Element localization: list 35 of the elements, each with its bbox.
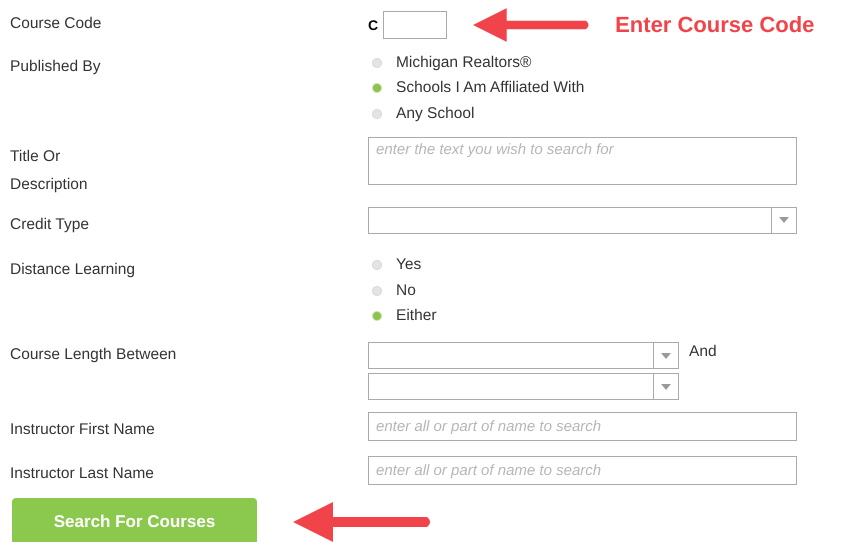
arrow-icon	[293, 502, 433, 542]
field-label: Distance Learning	[10, 260, 136, 280]
radio-button[interactable]	[372, 58, 382, 68]
input-field[interactable]: enter all or part of name to search	[368, 412, 797, 441]
input-field[interactable]	[383, 11, 448, 39]
field-label: Instructor First Name	[10, 420, 156, 440]
caret-icon	[779, 217, 789, 223]
radio-button[interactable]	[372, 108, 382, 119]
radio-button[interactable]	[372, 260, 382, 270]
option-label: Either	[396, 307, 436, 326]
option-label: Any School	[396, 104, 474, 123]
option-label: Yes	[396, 256, 422, 274]
prefix-label: C	[368, 17, 378, 33]
callout-text: Enter Course Code	[615, 12, 814, 38]
field-label: Published By	[10, 57, 102, 77]
radio-button[interactable]	[372, 311, 382, 322]
field-label: Course Length Between	[10, 345, 178, 365]
caret-icon	[661, 384, 671, 390]
radio-button[interactable]	[372, 83, 382, 94]
caret-icon	[661, 352, 671, 358]
field-label: Instructor Last Name	[10, 464, 155, 484]
radio-button[interactable]	[372, 286, 382, 296]
input-field[interactable]: enter all or part of name to search	[368, 456, 797, 485]
option-label: Michigan Realtors®	[396, 54, 532, 72]
option-label: No	[396, 282, 416, 300]
search-button[interactable]: Search For Courses	[12, 498, 257, 542]
joiner-label: And	[689, 342, 717, 362]
dropdown[interactable]	[368, 342, 679, 369]
text-area[interactable]: enter the text you wish to search for	[368, 136, 797, 184]
field-label: Credit Type	[10, 214, 90, 234]
field-label: Course Code	[10, 14, 102, 34]
dropdown[interactable]	[368, 206, 797, 234]
option-label: Schools I Am Affiliated With	[396, 79, 584, 98]
field-label: Title Or Description	[10, 146, 89, 194]
dropdown[interactable]	[368, 373, 679, 400]
